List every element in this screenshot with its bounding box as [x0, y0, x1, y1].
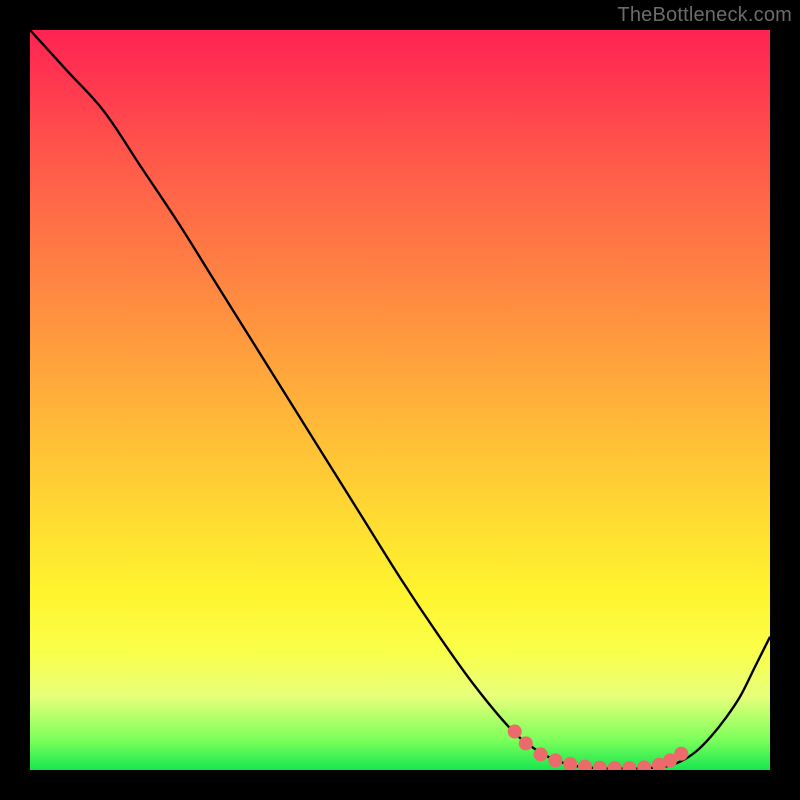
main-curve: [30, 30, 770, 769]
highlight-dots: [508, 724, 689, 770]
highlight-dot: [548, 753, 562, 767]
watermark-text: TheBottleneck.com: [617, 4, 792, 27]
highlight-dot: [508, 724, 522, 738]
highlight-dot: [622, 761, 636, 770]
highlight-dot: [563, 757, 577, 770]
highlight-dot: [578, 760, 592, 770]
highlight-dot: [608, 761, 622, 770]
highlight-dot: [637, 760, 651, 770]
highlight-dot: [674, 747, 688, 761]
chart-stage: TheBottleneck.com: [0, 0, 800, 800]
highlight-dot: [519, 736, 533, 750]
plot-area: [30, 30, 770, 770]
curve-layer: [30, 30, 770, 770]
highlight-dot: [593, 761, 607, 770]
highlight-dot: [534, 747, 548, 761]
